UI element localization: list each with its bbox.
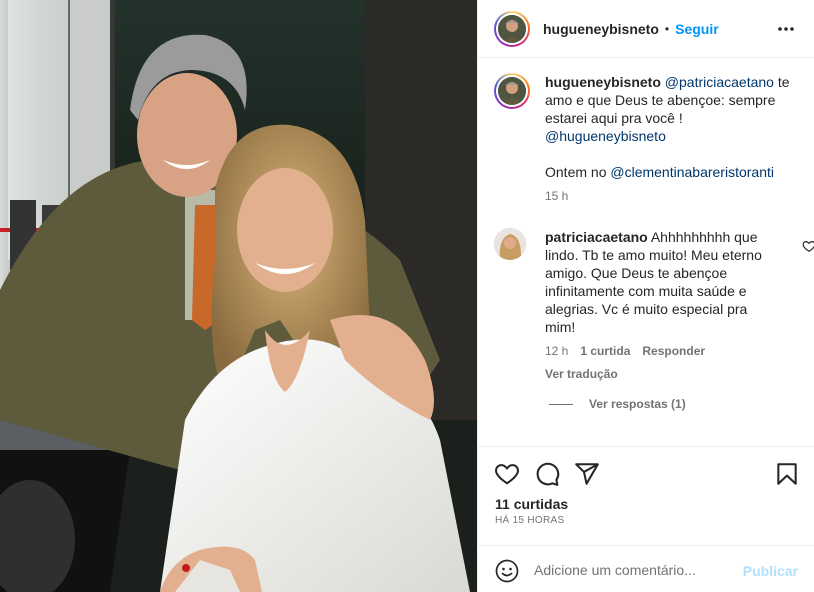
comment-likes[interactable]: 1 curtida	[580, 342, 630, 360]
view-replies-button[interactable]: Ver respostas (1)	[549, 397, 686, 411]
heart-icon[interactable]	[494, 461, 520, 487]
caption-self-mention[interactable]: @hugueneybisneto	[545, 128, 666, 144]
more-options-icon[interactable]	[775, 18, 797, 40]
reply-button[interactable]: Responder	[642, 342, 705, 360]
comment-input[interactable]	[534, 558, 734, 582]
small-heart-icon[interactable]	[802, 239, 814, 253]
caption-username[interactable]: hugueneybisneto	[545, 74, 661, 90]
caption-location: Ontem no @clementinabareristoranti	[545, 163, 799, 181]
post-author-avatar[interactable]	[494, 10, 530, 47]
caption-mention[interactable]: @patriciacaetano	[665, 74, 774, 90]
comment-time[interactable]: 12 h	[545, 342, 568, 360]
caption-time[interactable]: 15 h	[545, 187, 799, 205]
separator-dot: •	[664, 21, 670, 36]
caption-location-prefix: Ontem no	[545, 164, 611, 180]
bookmark-icon[interactable]	[774, 461, 800, 487]
likes-count[interactable]: 11 curtidas	[495, 496, 568, 512]
caption-text-block: hugueneybisneto @patriciacaetano te amo …	[545, 73, 799, 205]
follow-button[interactable]: Seguir	[675, 21, 719, 37]
comment-body: patriciacaetano Ahhhhhhhhh que lindo. Tb…	[545, 228, 775, 383]
comment-meta: 12 h 1 curtida Responder	[545, 342, 775, 360]
publish-button[interactable]: Publicar	[743, 563, 798, 579]
emoji-icon[interactable]	[495, 559, 519, 583]
post-header: hugueneybisneto • Seguir	[478, 0, 814, 58]
caption-avatar[interactable]	[494, 73, 530, 109]
post-actions: 11 curtidas HÁ 15 HORAS	[478, 446, 814, 544]
comment-author-avatar[interactable]	[494, 228, 526, 260]
view-replies-line	[549, 403, 573, 405]
comments-section[interactable]: hugueneybisneto @patriciacaetano te amo …	[478, 59, 814, 445]
caption-location-mention[interactable]: @clementinabareristoranti	[610, 164, 774, 180]
post-photo-illustration	[0, 0, 477, 592]
add-comment-bar: Publicar	[478, 545, 814, 592]
see-translation-button[interactable]: Ver tradução	[545, 365, 775, 383]
post-photo[interactable]	[0, 0, 477, 592]
share-icon[interactable]	[574, 461, 600, 487]
comment-username[interactable]: patriciacaetano	[545, 229, 648, 245]
comment-icon[interactable]	[534, 461, 560, 487]
view-replies-label: Ver respostas (1)	[589, 397, 686, 411]
post-author-username[interactable]: hugueneybisneto	[543, 21, 659, 37]
post-timestamp[interactable]: HÁ 15 HORAS	[495, 515, 564, 526]
post-side-panel: hugueneybisneto • Seguir hugueneybisneto…	[477, 0, 814, 592]
